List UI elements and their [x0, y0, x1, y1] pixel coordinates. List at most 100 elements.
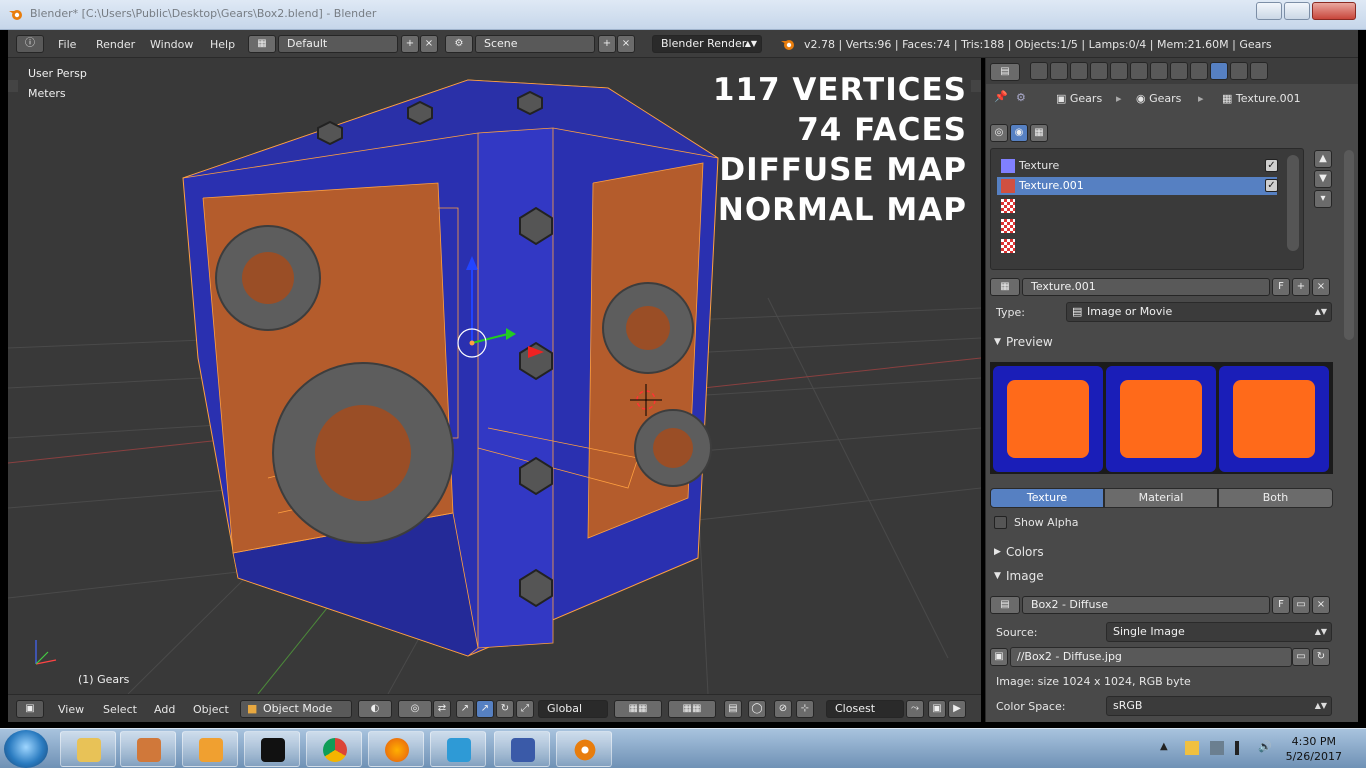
- maximize-button[interactable]: [1284, 2, 1310, 20]
- other-texture-icon[interactable]: ▦: [1030, 124, 1048, 142]
- volume-icon[interactable]: 🔊: [1258, 740, 1272, 753]
- menu-add[interactable]: Add: [154, 703, 175, 716]
- material-texture-icon[interactable]: ◉: [1010, 124, 1028, 142]
- open-image-icon[interactable]: ▭: [1292, 596, 1310, 614]
- taskbar-media-player[interactable]: [182, 731, 238, 767]
- preview-tab-both[interactable]: Both: [1218, 488, 1333, 508]
- start-button[interactable]: [4, 730, 48, 768]
- modifiers-tab-icon[interactable]: [1150, 62, 1168, 80]
- menu-select[interactable]: Select: [103, 703, 137, 716]
- render-image-icon[interactable]: ▣: [928, 700, 946, 718]
- type-dropdown[interactable]: ▤ Image or Movie ▲▼: [1066, 302, 1332, 322]
- texture-tab-icon[interactable]: [1210, 62, 1228, 80]
- properties-scrollbar[interactable]: [1344, 150, 1354, 340]
- scale-manipulator-icon[interactable]: ⤢: [516, 700, 534, 718]
- editor-type-3d-icon[interactable]: ▣: [16, 700, 44, 718]
- texture-slots-list[interactable]: Texture ✓ Texture.001 ✓: [990, 148, 1304, 270]
- proportional-edit-icon[interactable]: ◯: [748, 700, 766, 718]
- slot-specials-icon[interactable]: ▾: [1314, 190, 1332, 208]
- constraints-tab-icon[interactable]: [1130, 62, 1148, 80]
- material-tab-icon[interactable]: [1190, 62, 1208, 80]
- tray-app-icon[interactable]: [1185, 741, 1199, 755]
- render-tab-icon[interactable]: [1030, 62, 1048, 80]
- taskbar-file-explorer[interactable]: [60, 731, 116, 767]
- texture-slot-checkbox[interactable]: ✓: [1265, 179, 1278, 192]
- texture-slot-checkbox[interactable]: ✓: [1265, 159, 1278, 172]
- texture-slot[interactable]: Texture ✓: [997, 157, 1278, 175]
- toolshelf-toggle[interactable]: [8, 80, 18, 92]
- lock-layers-icon[interactable]: ▤: [724, 700, 742, 718]
- texture-slot[interactable]: [997, 197, 1277, 215]
- align-rotation-icon[interactable]: ⤳: [906, 700, 924, 718]
- unlink-image-icon[interactable]: ×: [1312, 596, 1330, 614]
- move-slot-down-icon[interactable]: ▼: [1314, 170, 1332, 188]
- screen-layout-icon[interactable]: ▦: [248, 35, 276, 53]
- taskbar-hp[interactable]: [430, 731, 486, 767]
- gears-box-mesh[interactable]: [182, 79, 719, 657]
- new-texture-icon[interactable]: +: [1292, 278, 1310, 296]
- world-texture-icon[interactable]: ◎: [990, 124, 1008, 142]
- move-manipulator-icon[interactable]: ↗: [476, 700, 494, 718]
- data-tab-icon[interactable]: [1170, 62, 1188, 80]
- add-scene-icon[interactable]: +: [598, 35, 616, 53]
- menu-help[interactable]: Help: [210, 38, 235, 51]
- menu-view[interactable]: View: [58, 703, 84, 716]
- preview-panel-header[interactable]: ▼ Preview: [990, 332, 1335, 352]
- snap-toggle-icon[interactable]: ⊘: [774, 700, 792, 718]
- particles-tab-icon[interactable]: [1230, 62, 1248, 80]
- snap-element-icon[interactable]: ⊹: [796, 700, 814, 718]
- layout-field[interactable]: Default: [278, 35, 398, 53]
- unlink-texture-icon[interactable]: ×: [1312, 278, 1330, 296]
- layers-grid-a[interactable]: ▦▦: [614, 700, 662, 718]
- layers-tab-icon[interactable]: [1050, 62, 1068, 80]
- texture-slot[interactable]: [997, 237, 1277, 255]
- menu-window[interactable]: Window: [150, 38, 193, 51]
- editor-type-properties-icon[interactable]: ▤: [990, 63, 1020, 81]
- show-alpha-checkbox[interactable]: [994, 516, 1007, 529]
- scene-icon[interactable]: ⚙: [445, 35, 473, 53]
- render-anim-icon[interactable]: ▶: [948, 700, 966, 718]
- image-name-field[interactable]: Box2 - Diffuse: [1022, 596, 1270, 614]
- close-button[interactable]: [1312, 2, 1356, 20]
- snap-target-dropdown[interactable]: Closest: [826, 700, 904, 718]
- system-clock[interactable]: 4:30 PM 5/26/2017: [1286, 734, 1342, 764]
- translate-icon[interactable]: ↗: [456, 700, 474, 718]
- image-browse-icon[interactable]: ▤: [990, 596, 1020, 614]
- manipulator-toggle-icon[interactable]: ⇄: [433, 700, 451, 718]
- pack-image-icon[interactable]: ▣: [990, 648, 1008, 666]
- menu-render[interactable]: Render: [96, 38, 135, 51]
- pin-icon[interactable]: 📌: [994, 90, 1008, 103]
- minimize-button[interactable]: [1256, 2, 1282, 20]
- orientation-dropdown[interactable]: Global: [538, 700, 608, 718]
- layers-grid-b[interactable]: ▦▦: [668, 700, 716, 718]
- list-scrollbar[interactable]: [1287, 155, 1299, 251]
- rotate-manipulator-icon[interactable]: ↻: [496, 700, 514, 718]
- delete-layout-icon[interactable]: ×: [420, 35, 438, 53]
- properties-toggle[interactable]: [971, 80, 981, 92]
- viewport-shading-icon[interactable]: ◐: [358, 700, 392, 718]
- show-hidden-icons[interactable]: ▲: [1160, 741, 1168, 752]
- physics-tab-icon[interactable]: [1250, 62, 1268, 80]
- preview-tab-material[interactable]: Material: [1104, 488, 1218, 508]
- menu-file[interactable]: File: [58, 38, 76, 51]
- preview-tab-texture[interactable]: Texture: [990, 488, 1104, 508]
- browse-file-icon[interactable]: ▭: [1292, 648, 1310, 666]
- world-tab-icon[interactable]: [1090, 62, 1108, 80]
- reload-image-icon[interactable]: ↻: [1312, 648, 1330, 666]
- add-layout-icon[interactable]: +: [401, 35, 419, 53]
- taskbar-firefox[interactable]: [368, 731, 424, 767]
- texture-browse-icon[interactable]: ▦: [990, 278, 1020, 296]
- filepath-field[interactable]: //Box2 - Diffuse.jpg: [1010, 647, 1292, 667]
- source-dropdown[interactable]: Single Image ▲▼: [1106, 622, 1332, 642]
- network-icon[interactable]: [1235, 741, 1249, 755]
- scene-field[interactable]: Scene: [475, 35, 595, 53]
- color-space-dropdown[interactable]: sRGB ▲▼: [1106, 696, 1332, 716]
- menu-object[interactable]: Object: [193, 703, 229, 716]
- taskbar-application[interactable]: [494, 731, 550, 767]
- taskbar-blender[interactable]: [556, 731, 612, 767]
- texture-name-field[interactable]: Texture.001: [1022, 278, 1270, 296]
- colors-panel-header[interactable]: ▶ Colors: [990, 542, 1335, 562]
- mode-dropdown[interactable]: ■ Object Mode: [240, 700, 352, 718]
- tray-device-icon[interactable]: [1210, 741, 1224, 755]
- texture-slot[interactable]: [997, 217, 1277, 235]
